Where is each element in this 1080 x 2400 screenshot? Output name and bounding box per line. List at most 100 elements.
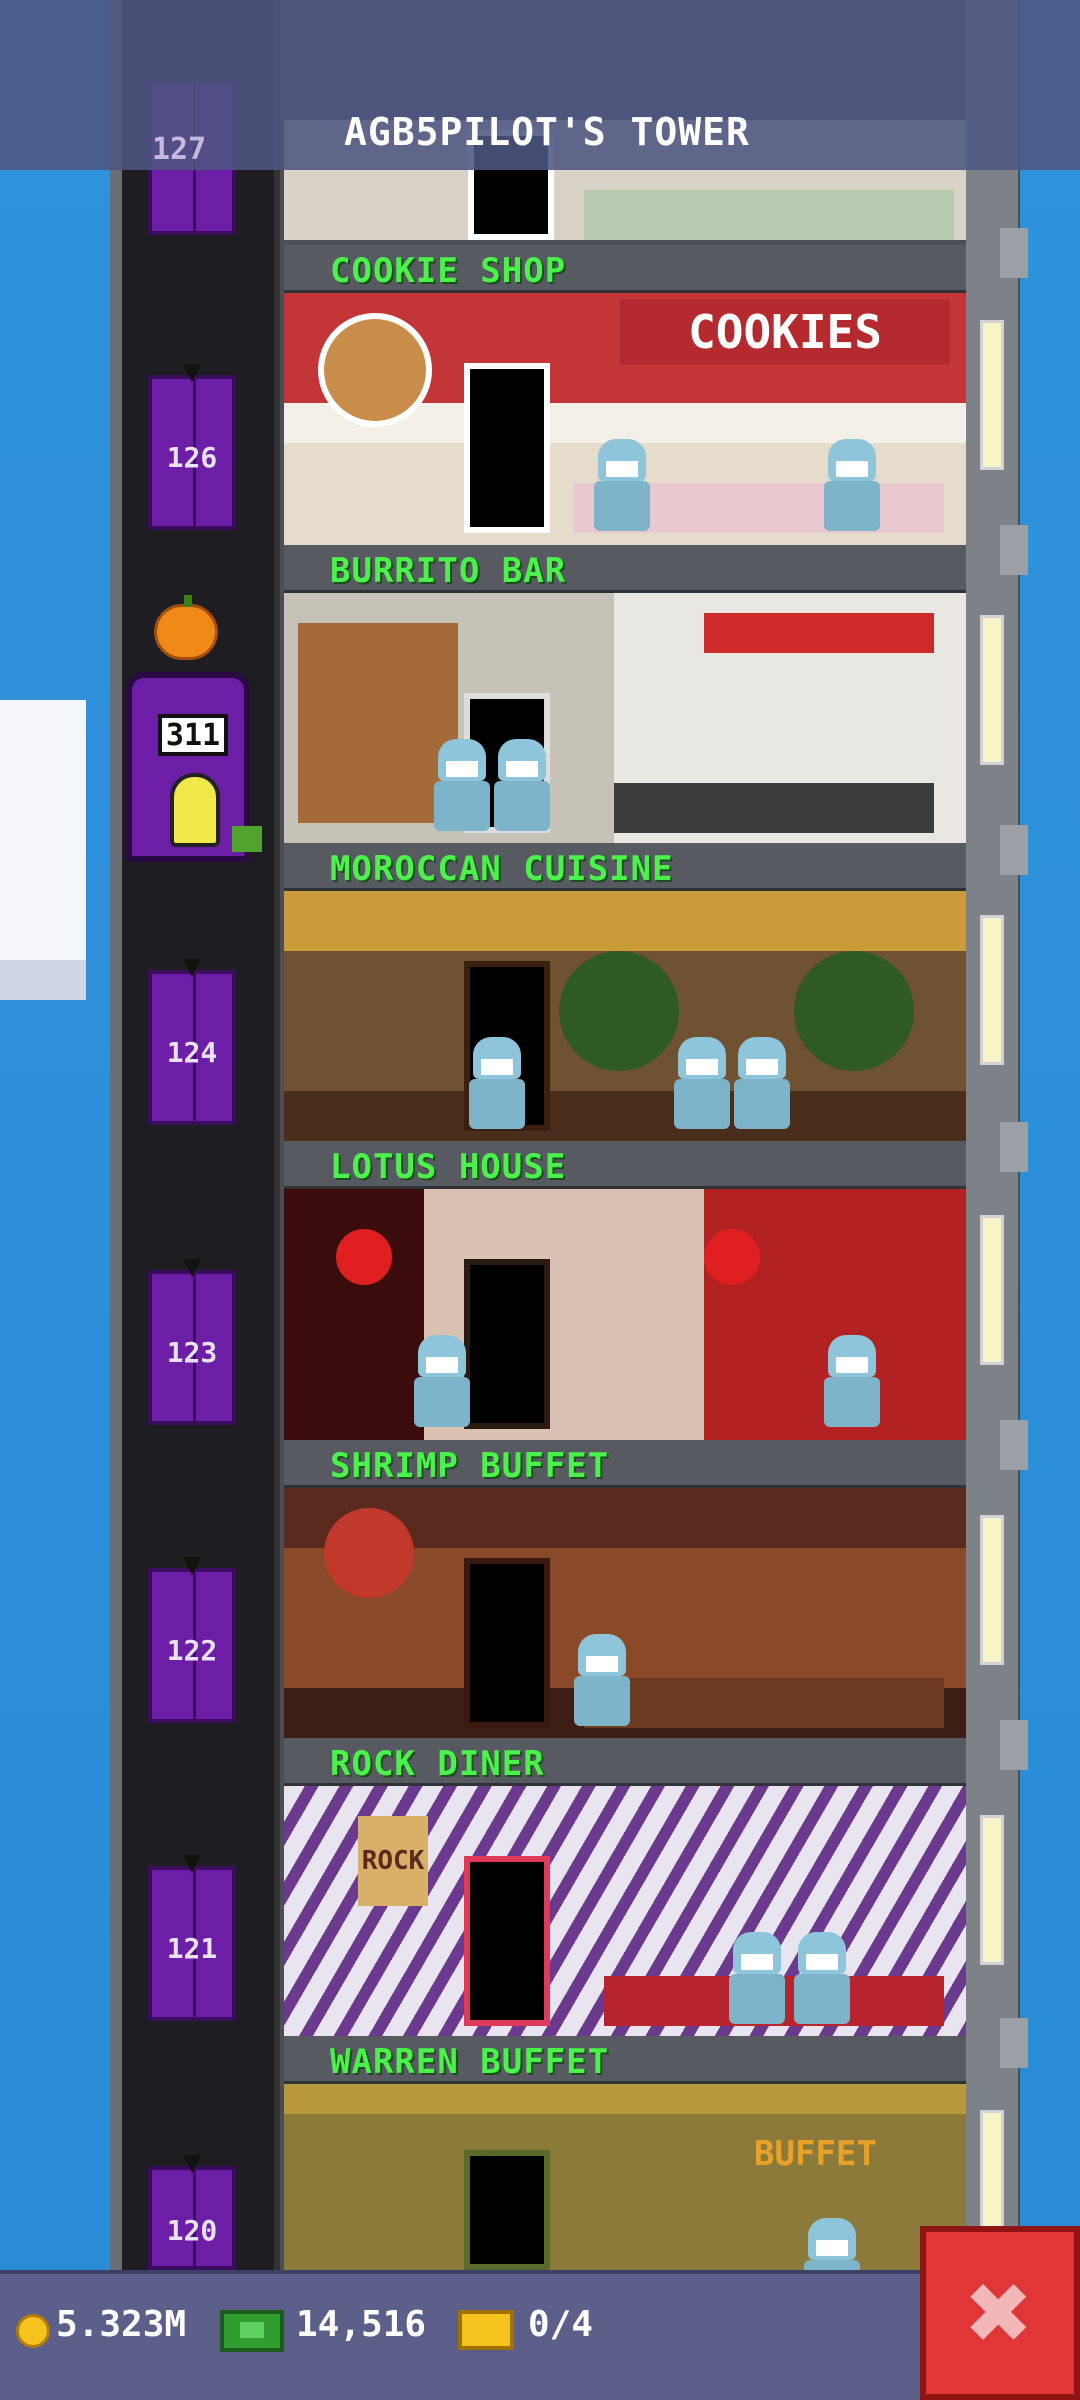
bat-icon: ▼ [182,2145,202,2180]
elevator-door-120[interactable]: ▼ 120 [148,2148,236,2270]
floor-label-bar: COOKIE SHOP [284,245,966,293]
tower-window [980,320,1004,470]
bat-icon: ▼ [182,949,202,984]
bat-icon: ▼ [182,1845,202,1880]
counter [584,1678,944,1728]
worker[interactable] [734,1037,790,1129]
palm-plant [559,951,679,1071]
floor-shrimp-buffet[interactable]: SHRIMP BUFFET [284,1440,966,1740]
status-bar: 5.323M 14,516 0/4 [0,2270,920,2400]
elevator-car[interactable]: 311 [118,595,262,872]
floor-label-bar: SHRIMP BUFFET [284,1440,966,1488]
floor-room: BUFFET [284,2084,966,2270]
worker[interactable] [469,1037,525,1129]
floor-number: 124 [166,1036,218,1069]
elevator-cab: 311 [126,672,262,862]
lantern [336,1229,392,1285]
tower-ledge [1000,1720,1028,1770]
pet-dragon [232,826,262,852]
rock-poster: ROCK [358,1816,428,1906]
floor-door [464,1558,550,1728]
floor-number: 126 [166,441,218,474]
tower-ledge [1000,525,1028,575]
floor-door [464,1259,550,1429]
shop-sign: COOKIES [620,299,950,365]
floor-room [284,1488,966,1740]
floor-cookie-shop[interactable]: COOKIE SHOP COOKIES [284,245,966,545]
floor-name: SHRIMP BUFFET [330,1446,610,1486]
bux-value: 14,516 [296,2304,427,2345]
floor-number: 122 [166,1634,218,1667]
floor-name: LOTUS HOUSE [330,1147,567,1187]
floor-room [284,891,966,1143]
floor-name: WARREN BUFFET [330,2042,610,2082]
tickets-value: 0/4 [528,2304,594,2345]
shrimp-decoration [324,1508,414,1598]
floor-moroccan-cuisine[interactable]: MOROCCAN CUISINE [284,843,966,1143]
worker[interactable] [414,1335,470,1427]
worker[interactable] [729,1932,785,2024]
ticket-icon [458,2310,514,2350]
tower-window [980,915,1004,1065]
floor-name: MOROCCAN CUISINE [330,849,674,889]
elevator-door-123[interactable]: ▼ 123 [148,1252,236,1425]
floor-number: 123 [166,1336,218,1369]
floor-label-bar: WARREN BUFFET [284,2036,966,2084]
floor-label-bar: MOROCCAN CUISINE [284,843,966,891]
buffet-sign: BUFFET [754,2134,877,2174]
tower-ledge [1000,1122,1028,1172]
counter [614,783,934,833]
elevator-door-126[interactable]: ▼ 126 [148,357,236,530]
elevator-door-124[interactable]: ▼ 124 [148,952,236,1125]
menu-board [704,613,934,653]
bat-icon: ▼ [182,354,202,389]
floor-lotus-house[interactable]: LOTUS HOUSE [284,1141,966,1441]
tower-ledge [1000,228,1028,278]
worker[interactable] [804,2218,860,2270]
floor-rock-diner[interactable]: ROCK DINER ROCK [284,1738,966,2038]
tower-window [980,615,1004,765]
tower-window [980,1515,1004,1665]
floor-room [284,593,966,845]
cookie-icon [318,313,432,427]
worker[interactable] [434,739,490,831]
floor-door [464,363,550,533]
floor-room: COOKIES [284,293,966,545]
top-header: 127 AGB5PILOT'S TOWER [0,0,1080,170]
worker[interactable] [494,739,550,831]
worker[interactable] [794,1932,850,2024]
floor-door [464,2150,550,2270]
worker[interactable] [824,439,880,531]
tower-window [980,1215,1004,1365]
coin-icon [16,2314,50,2348]
floor-name: ROCK DINER [330,1744,545,1784]
counter [584,190,954,240]
worker[interactable] [574,1634,630,1726]
elevator-door-121[interactable]: ▼ 121 [148,1848,236,2021]
palm-plant [794,951,914,1071]
tower-ledge [1000,2018,1028,2068]
lantern [704,1229,760,1285]
bat-icon: ▼ [182,1547,202,1582]
floor-room: ROCK [284,1786,966,2038]
worker[interactable] [824,1335,880,1427]
floor-name: COOKIE SHOP [330,251,567,291]
floor-warren-buffet[interactable]: WARREN BUFFET BUFFET [284,2036,966,2270]
elevator-passenger [170,773,220,847]
cloud [0,700,86,1000]
floor-label-bar: ROCK DINER [284,1738,966,1786]
floor-number: 127 [152,132,207,167]
worker[interactable] [594,439,650,531]
floor-name: BURRITO BAR [330,551,567,591]
pumpkin-icon [154,595,218,660]
close-button[interactable]: ✖ [920,2226,1080,2400]
elevator-door-122[interactable]: ▼ 122 [148,1550,236,1723]
cash-icon [220,2310,284,2352]
floor-burrito-bar[interactable]: BURRITO BAR [284,545,966,845]
floor-door [464,1856,550,2026]
floor-label-bar: BURRITO BAR [284,545,966,593]
tower-ledge [1000,825,1028,875]
worker[interactable] [674,1037,730,1129]
floor-number: 121 [166,1932,218,1965]
floor-room [284,1189,966,1441]
